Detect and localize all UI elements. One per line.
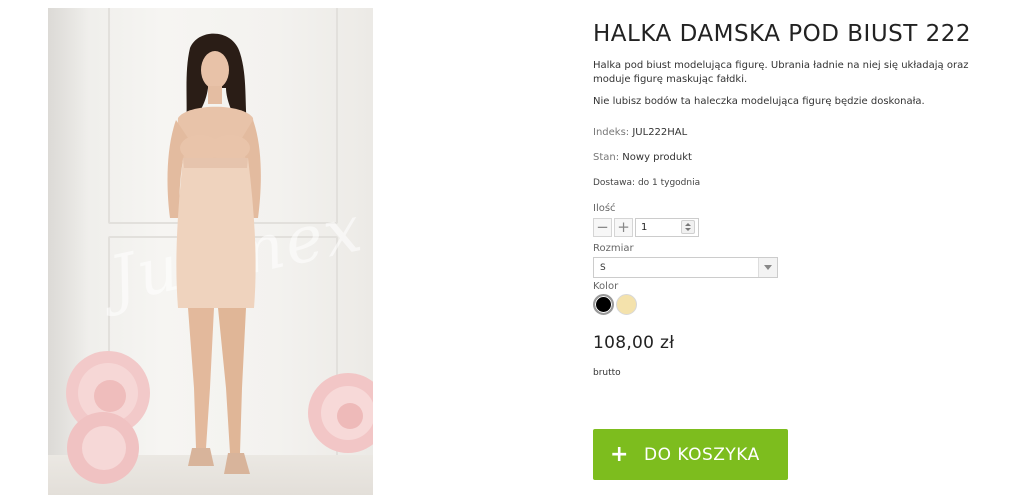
tax-note: brutto (593, 368, 621, 378)
delivery-info: Dostawa: do 1 tygodnia (593, 178, 701, 188)
minus-icon[interactable]: − (593, 217, 612, 237)
product-condition: Stan: Nowy produkt (593, 151, 993, 165)
spinner-icon[interactable] (681, 220, 695, 234)
chevron-down-icon[interactable] (758, 258, 777, 277)
color-swatches (593, 294, 993, 315)
condition-label: Stan: (593, 152, 620, 163)
product-price: 108,00 zł (593, 333, 675, 353)
index-value: JUL222HAL (632, 127, 688, 138)
product-description-secondary: Nie lubisz bodów ta haleczka modelująca … (593, 96, 925, 107)
condition-value: Nowy produkt (622, 152, 692, 163)
product-details: HALKA DAMSKA POD BIUST 222 Halka pod biu… (593, 18, 993, 378)
color-swatch-nude[interactable] (616, 294, 637, 315)
plus-icon[interactable]: + (614, 217, 633, 237)
size-select[interactable]: S (593, 257, 778, 278)
add-to-cart-label: DO KOSZYKA (644, 444, 760, 465)
size-label: Rozmiar (593, 243, 634, 254)
flower-left (66, 351, 150, 484)
size-selected-value: S (600, 262, 606, 273)
flower-right (308, 373, 373, 453)
color-label: Kolor (593, 281, 619, 292)
product-index: Indeks: JUL222HAL (593, 126, 993, 140)
model-illustration (66, 33, 373, 484)
quantity-value: 1 (641, 221, 648, 233)
color-swatch-black[interactable] (593, 294, 614, 315)
product-title: HALKA DAMSKA POD BIUST 222 (593, 21, 972, 47)
product-image[interactable]: Julimex (48, 8, 373, 495)
plus-icon: + (610, 441, 629, 467)
index-label: Indeks: (593, 127, 630, 138)
quantity-input[interactable]: 1 (635, 217, 699, 237)
quantity-stepper: − + 1 (593, 217, 993, 237)
product-description: Halka pod biust modelująca figurę. Ubran… (593, 60, 969, 85)
quantity-label: Ilość (593, 203, 616, 214)
add-to-cart-button[interactable]: + DO KOSZYKA (593, 429, 788, 480)
